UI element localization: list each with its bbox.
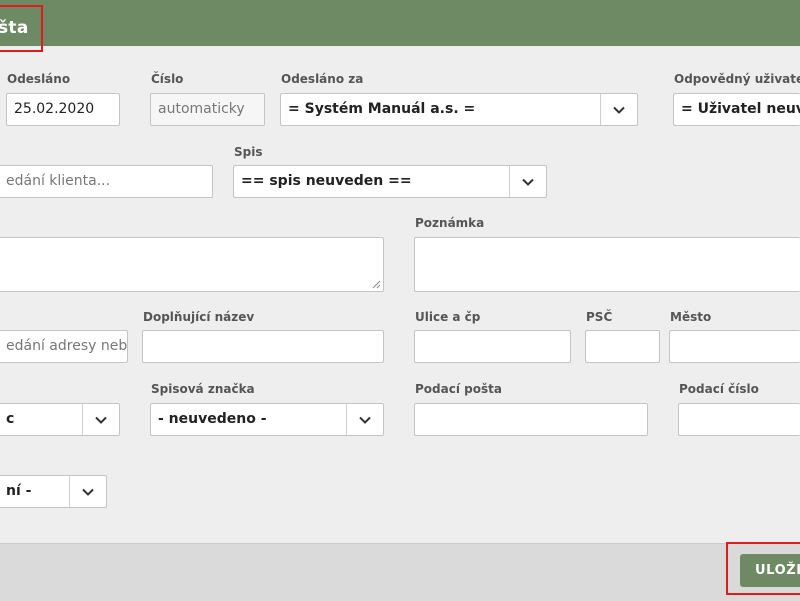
doplnujici-nazev-input[interactable] — [142, 330, 384, 363]
podaci-cislo-label: Podací číslo — [679, 382, 759, 396]
predmet-textarea[interactable] — [0, 237, 384, 292]
psc-input[interactable] — [585, 330, 660, 363]
spisova-znacka-value: - neuvedeno - — [158, 411, 267, 427]
doplnujici-nazev-label: Doplňující název — [143, 310, 255, 324]
dalsi-value: ní - — [6, 483, 32, 499]
cislo-label: Číslo — [151, 72, 184, 86]
spis-label: Spis — [234, 145, 263, 159]
podaci-posta-input[interactable] — [414, 403, 648, 436]
chevron-down-icon[interactable] — [346, 404, 383, 435]
poznamka-label: Poznámka — [415, 216, 485, 230]
cislo-input: automaticky — [150, 93, 265, 126]
ulice-input[interactable] — [414, 330, 571, 363]
adresa-search-input[interactable]: edání adresy nebo — [0, 330, 128, 363]
ulice-label: Ulice a čp — [415, 310, 481, 324]
dalsi-select[interactable]: ní - — [0, 475, 107, 508]
spisova-znacka-select[interactable]: - neuvedeno - — [150, 403, 384, 436]
odpovedny-uzivatel-label: Odpovědný uživatel — [674, 72, 800, 86]
mesto-input[interactable] — [669, 330, 800, 363]
odeslano-za-label: Odesláno za — [281, 72, 364, 86]
odeslano-label: Odesláno — [7, 72, 71, 86]
chevron-down-icon[interactable] — [69, 476, 106, 507]
dialog-footer — [0, 543, 800, 601]
podaci-posta-label: Podací pošta — [415, 382, 502, 396]
odeslano-za-value: = Systém Manuál a.s. = — [288, 101, 476, 117]
typ-select[interactable]: c — [0, 403, 120, 436]
mesto-label: Město — [670, 310, 712, 324]
resize-grip-icon[interactable] — [372, 280, 381, 289]
podaci-cislo-input[interactable] — [678, 403, 800, 436]
chevron-down-icon[interactable] — [509, 166, 546, 197]
odeslano-za-select[interactable]: = Systém Manuál a.s. = — [280, 93, 638, 126]
odeslano-date-input[interactable]: 25.02.2020 — [6, 93, 120, 126]
title-highlight-box — [0, 5, 43, 52]
save-highlight-box — [726, 542, 800, 595]
psc-label: PSČ — [586, 310, 613, 324]
klient-search-input[interactable]: edání klienta... — [0, 165, 213, 198]
typ-value: c — [6, 411, 15, 427]
spis-value: == spis neuveden == — [241, 173, 412, 189]
chevron-down-icon[interactable] — [82, 404, 119, 435]
poznamka-textarea[interactable] — [414, 237, 800, 292]
odpovedny-uzivatel-select[interactable]: = Uživatel neuvedeno — [673, 93, 800, 126]
chevron-down-icon[interactable] — [600, 94, 637, 125]
dialog-header: šta — [0, 0, 800, 46]
spis-select[interactable]: == spis neuveden == — [233, 165, 547, 198]
spisova-znacka-label: Spisová značka — [151, 382, 255, 396]
odpovedny-uzivatel-value: = Uživatel neuvedeno — [681, 101, 800, 117]
